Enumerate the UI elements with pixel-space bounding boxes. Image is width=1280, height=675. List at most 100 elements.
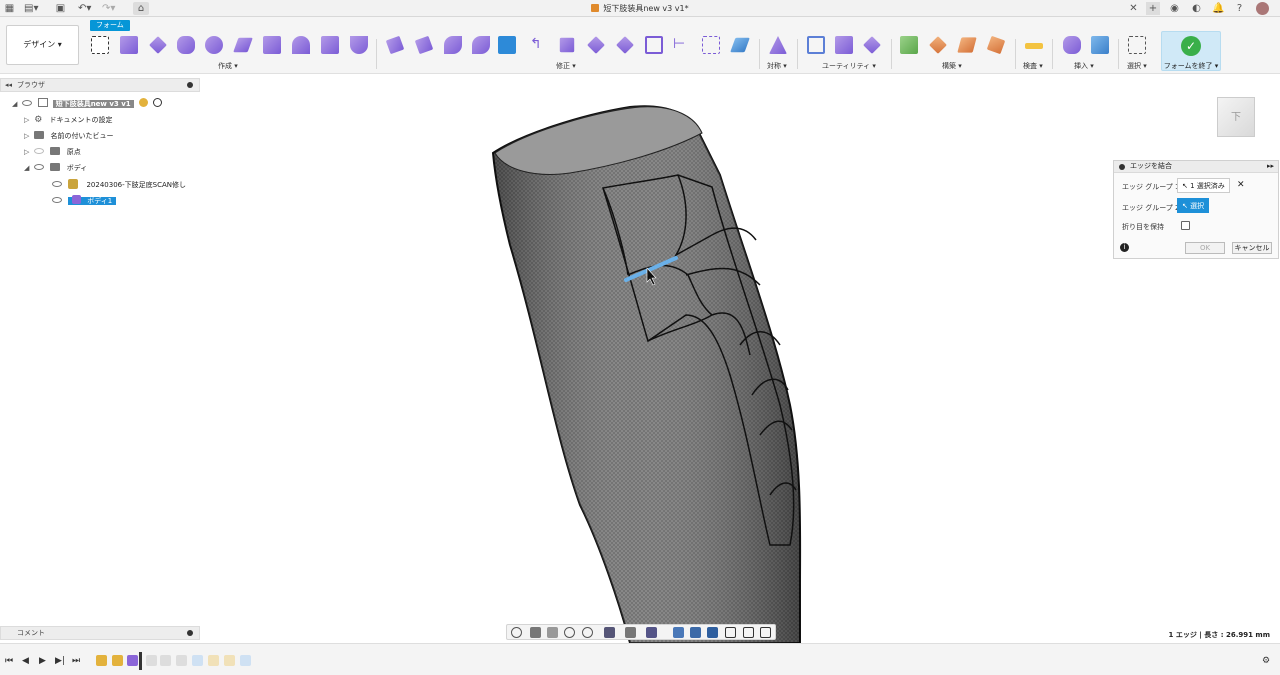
job-status-icon[interactable]: ◐ — [1190, 2, 1203, 15]
help-icon[interactable]: ? — [1233, 2, 1246, 15]
tree-item-mesh-body[interactable]: 20240306-下肢足底SCAN修し — [52, 179, 186, 191]
expand-triangle-icon[interactable]: ▷ — [24, 130, 32, 142]
timeline-feature-suppressed[interactable] — [208, 655, 219, 666]
workspace-switcher[interactable]: デザイン ▾ — [6, 25, 79, 65]
torus-icon[interactable] — [292, 36, 310, 54]
timeline-feature-suppressed[interactable] — [146, 655, 157, 666]
browser-header[interactable]: ◂◂ ブラウザ — [0, 78, 200, 92]
selection-tool-icon[interactable] — [1128, 36, 1146, 54]
display-mode-icon[interactable] — [807, 36, 825, 54]
tspline-control-frame-icon[interactable] — [690, 627, 701, 638]
new-tab-icon[interactable]: + — [1146, 2, 1160, 15]
tree-root[interactable]: ◢ 短下肢装具new v3 v1 — [12, 98, 163, 110]
tspline-box-mode-icon[interactable] — [673, 627, 684, 638]
symmetry-group-label[interactable]: 対称 ▾ — [767, 61, 787, 71]
timeline-feature-suppressed[interactable] — [224, 655, 235, 666]
insert-edge-icon[interactable] — [414, 35, 434, 55]
insert-derive-icon[interactable] — [1063, 36, 1081, 54]
plane-icon[interactable] — [149, 36, 167, 54]
tree-item-bodies[interactable]: ◢ ボディ — [24, 162, 87, 174]
dialog-header[interactable]: エッジを結合 ▸▸ — [1114, 161, 1278, 173]
box-icon[interactable] — [120, 36, 138, 54]
view-cube[interactable]: 下 — [1217, 97, 1255, 137]
grid-settings-icon[interactable] — [625, 627, 636, 638]
viewports-icon[interactable] — [646, 627, 657, 638]
isolate-icon[interactable] — [725, 627, 736, 638]
cancel-button[interactable]: キャンセル — [1232, 242, 1272, 254]
plane-at-angle-icon[interactable] — [929, 36, 947, 54]
tree-item-named-views[interactable]: ▷ 名前の付いたビュー — [24, 130, 113, 142]
select-group-label[interactable]: 選択 ▾ — [1127, 61, 1147, 71]
avatar[interactable] — [1256, 2, 1269, 15]
tspline-smooth-icon[interactable] — [707, 627, 718, 638]
midplane-icon[interactable] — [986, 35, 1006, 55]
utilities-group-label[interactable]: ユーティリティ ▾ — [822, 61, 876, 71]
look-at-icon[interactable] — [530, 627, 541, 638]
finish-form-button[interactable]: ✓ フォームを終了 ▾ — [1161, 31, 1221, 71]
insert-group-label[interactable]: 挿入 ▾ — [1074, 61, 1094, 71]
edge-group2-selector[interactable]: ↖ 選択 — [1177, 198, 1210, 213]
timeline-feature-mesh[interactable] — [112, 655, 123, 666]
visibility-eye-icon[interactable] — [52, 197, 62, 203]
face-icon[interactable] — [321, 36, 339, 54]
expand-dialog-icon[interactable]: ▸▸ — [1267, 161, 1274, 172]
step-back-icon[interactable]: ◀ — [22, 656, 29, 666]
unweld-edges-icon[interactable] — [616, 36, 634, 54]
dialog-pin-icon[interactable] — [1119, 164, 1125, 170]
quadball-icon[interactable] — [233, 37, 253, 53]
collapse-triangle-icon[interactable]: ◢ — [12, 98, 20, 110]
create-sketch-icon[interactable] — [91, 36, 109, 54]
visibility-eye-icon[interactable] — [34, 164, 45, 170]
crease-icon[interactable] — [645, 36, 663, 54]
inspect-group-label[interactable]: 検査 ▾ — [1023, 61, 1043, 71]
activate-radio-icon[interactable] — [153, 98, 163, 107]
keep-crease-checkbox[interactable] — [1181, 221, 1190, 230]
close-tab-icon[interactable]: ✕ — [1127, 2, 1140, 15]
offset-plane-icon[interactable] — [900, 36, 918, 54]
weld-vertices-icon[interactable] — [587, 36, 605, 54]
visibility-eye-icon[interactable] — [34, 148, 45, 154]
ok-button[interactable]: OK — [1185, 242, 1225, 254]
go-to-end-icon[interactable]: ⏭ — [72, 656, 80, 666]
modify-group-label[interactable]: 修正 ▾ — [556, 61, 576, 71]
display-settings-icon[interactable] — [604, 627, 615, 638]
timeline-feature-suppressed[interactable] — [160, 655, 171, 666]
fill-hole-icon[interactable] — [559, 37, 575, 53]
pull-icon[interactable] — [702, 36, 720, 54]
edge-group1-selector[interactable]: ↖ 1 選択済み — [1177, 178, 1230, 193]
timeline-settings-gear-icon[interactable]: ⚙ — [1262, 656, 1270, 666]
flatten-icon[interactable] — [730, 37, 750, 53]
info-icon[interactable]: i — [1120, 243, 1129, 252]
tab-form[interactable]: フォーム — [90, 20, 130, 31]
create-group-label[interactable]: 作成 ▾ — [218, 61, 238, 71]
visibility-eye-icon[interactable] — [52, 181, 62, 187]
extensions-icon[interactable]: ◉ — [1168, 2, 1181, 15]
visibility-eye-icon[interactable] — [22, 100, 33, 106]
tree-item-origin[interactable]: ▷ 原点 — [24, 146, 81, 158]
timeline-feature-mesh[interactable] — [96, 655, 107, 666]
extrude-icon[interactable] — [350, 36, 368, 54]
collapse-triangle-icon[interactable]: ◢ — [24, 162, 32, 174]
tree-item-document-settings[interactable]: ▷ ⚙ ドキュメントの設定 — [24, 114, 112, 126]
expand-triangle-icon[interactable]: ▷ — [24, 146, 32, 158]
subdivide-icon[interactable] — [444, 36, 462, 54]
tree-item-body1[interactable]: ボディ1 — [52, 195, 117, 207]
sphere-icon[interactable] — [205, 36, 223, 54]
unisolate-icon[interactable] — [743, 627, 754, 638]
step-forward-icon[interactable]: ▶| — [55, 656, 65, 666]
merge-edge-icon[interactable] — [498, 36, 516, 54]
uncrease-icon[interactable]: ⊢ — [673, 36, 691, 54]
panel-pin-icon[interactable] — [187, 82, 193, 88]
zoom-window-icon[interactable] — [564, 627, 575, 638]
timeline-feature-form[interactable] — [127, 655, 138, 666]
play-icon[interactable]: ▶ — [39, 656, 46, 666]
mirror-icon[interactable] — [769, 36, 787, 54]
repair-body-icon[interactable] — [835, 36, 853, 54]
show-all-icon[interactable] — [760, 627, 771, 638]
comments-header[interactable]: コメント — [0, 626, 200, 640]
orbit-icon[interactable] — [511, 627, 522, 638]
insert-canvas-icon[interactable] — [1091, 36, 1109, 54]
measure-icon[interactable] — [1025, 43, 1043, 49]
construct-group-label[interactable]: 構築 ▾ — [942, 61, 962, 71]
clear-selection-icon[interactable]: ✕ — [1237, 180, 1245, 190]
